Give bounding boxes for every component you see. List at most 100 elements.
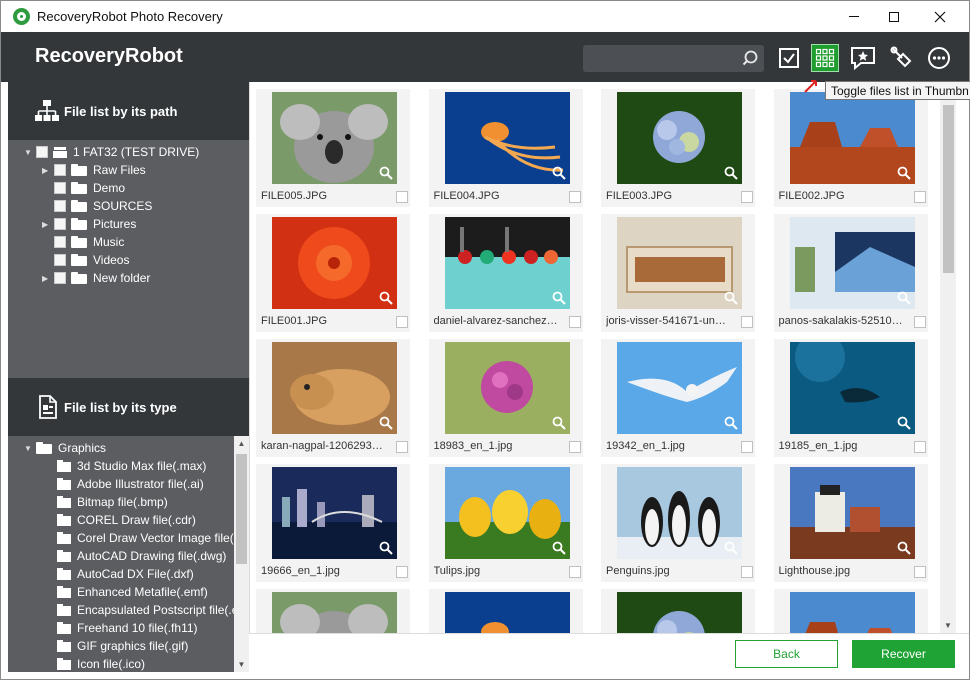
magnifier-icon[interactable] bbox=[897, 291, 911, 305]
expand-arrow-icon[interactable]: ▼ bbox=[24, 444, 32, 453]
thumbnail-image[interactable] bbox=[272, 342, 397, 434]
tree-node-pictures[interactable]: ▶ Pictures bbox=[42, 215, 136, 233]
tree-node-new-folder[interactable]: ▶ New folder bbox=[42, 269, 150, 287]
magnifier-icon[interactable] bbox=[724, 166, 738, 180]
file-thumbnail-card[interactable]: joris-visser-541671-unsp... bbox=[601, 214, 755, 332]
thumbnail-image[interactable] bbox=[272, 467, 397, 559]
expand-arrow-icon[interactable]: ▶ bbox=[42, 274, 50, 283]
file-type-item[interactable]: AutoCad DX File(.dxf) bbox=[57, 565, 194, 583]
file-checkbox[interactable] bbox=[741, 441, 753, 453]
file-checkbox[interactable] bbox=[913, 191, 926, 203]
tree-node-raw-files[interactable]: ▶ Raw Files bbox=[42, 161, 146, 179]
file-checkbox[interactable] bbox=[741, 566, 753, 578]
thumbnail-image[interactable] bbox=[444, 342, 570, 434]
thumbnail-image[interactable] bbox=[272, 92, 397, 184]
file-thumbnail-card[interactable]: FILE004.JPG bbox=[428, 89, 583, 207]
tree-checkbox[interactable] bbox=[54, 182, 66, 194]
recover-button[interactable]: Recover bbox=[852, 640, 955, 668]
file-type-item[interactable]: Encapsulated Postscript file(.e bbox=[57, 601, 238, 619]
select-all-button[interactable] bbox=[775, 44, 803, 72]
file-checkbox[interactable] bbox=[396, 316, 408, 328]
file-thumbnail-card[interactable]: Tulips.jpg bbox=[428, 464, 583, 582]
file-type-item[interactable]: Adobe Illustrator file(.ai) bbox=[57, 475, 204, 493]
tree-node-demo[interactable]: Demo bbox=[42, 179, 125, 197]
scrollbar-thumb[interactable] bbox=[943, 105, 954, 273]
magnifier-icon[interactable] bbox=[552, 416, 566, 430]
thumbnail-image[interactable] bbox=[617, 92, 742, 184]
file-type-item[interactable]: AutoCAD Drawing file(.dwg) bbox=[57, 547, 226, 565]
file-checkbox[interactable] bbox=[741, 316, 753, 328]
tools-button[interactable] bbox=[887, 44, 915, 72]
type-tree-scrollbar[interactable]: ▲ ▼ bbox=[234, 436, 249, 672]
magnifier-icon[interactable] bbox=[552, 541, 566, 555]
thumbnail-image[interactable] bbox=[272, 217, 397, 309]
tree-node-sources[interactable]: SOURCES bbox=[42, 197, 152, 215]
expand-arrow-icon[interactable]: ▶ bbox=[42, 166, 50, 175]
magnifier-icon[interactable] bbox=[379, 166, 393, 180]
file-type-item[interactable]: GIF graphics file(.gif) bbox=[57, 637, 188, 655]
file-type-item[interactable]: 3d Studio Max file(.max) bbox=[57, 457, 206, 475]
file-thumbnail-card[interactable]: 19666_en_1.jpg bbox=[256, 464, 410, 582]
scroll-down-arrow-icon[interactable]: ▼ bbox=[940, 618, 956, 634]
file-thumbnail-card[interactable]: daniel-alvarez-sanchez-d... bbox=[428, 214, 583, 332]
file-checkbox[interactable] bbox=[568, 316, 581, 328]
scroll-down-arrow-icon[interactable]: ▼ bbox=[234, 657, 249, 672]
file-thumbnail-card[interactable]: FILE002.JPG bbox=[773, 89, 928, 207]
file-checkbox[interactable] bbox=[568, 441, 581, 453]
file-thumbnail-card[interactable]: 18983_en_1.jpg bbox=[428, 339, 583, 457]
search-icon[interactable] bbox=[742, 50, 758, 66]
tree-checkbox[interactable] bbox=[54, 272, 66, 284]
magnifier-icon[interactable] bbox=[379, 291, 393, 305]
file-type-item[interactable]: Icon file(.ico) bbox=[57, 655, 145, 673]
tree-node-graphics[interactable]: ▼ Graphics bbox=[24, 439, 106, 457]
file-thumbnail-card[interactable]: FILE001.JPG bbox=[256, 214, 410, 332]
file-thumbnail-card[interactable] bbox=[601, 589, 755, 634]
thumbnail-image[interactable] bbox=[444, 92, 570, 184]
expand-arrow-icon[interactable]: ▶ bbox=[42, 220, 50, 229]
close-button[interactable] bbox=[917, 1, 963, 32]
file-checkbox[interactable] bbox=[396, 441, 408, 453]
tree-node-videos[interactable]: Videos bbox=[42, 251, 129, 269]
magnifier-icon[interactable] bbox=[379, 541, 393, 555]
tree-node-music[interactable]: Music bbox=[42, 233, 124, 251]
file-thumbnail-card[interactable]: 19342_en_1.jpg bbox=[601, 339, 755, 457]
tree-checkbox[interactable] bbox=[54, 218, 66, 230]
file-checkbox[interactable] bbox=[568, 566, 581, 578]
tree-checkbox[interactable] bbox=[36, 146, 48, 158]
tree-checkbox[interactable] bbox=[54, 254, 66, 266]
file-type-item[interactable]: Bitmap file(.bmp) bbox=[57, 493, 168, 511]
thumbnail-image[interactable] bbox=[444, 217, 570, 309]
file-type-item[interactable]: Freehand 10 file(.fh11) bbox=[57, 619, 198, 637]
file-thumbnail-card[interactable]: 19185_en_1.jpg bbox=[773, 339, 928, 457]
magnifier-icon[interactable] bbox=[724, 416, 738, 430]
thumbnail-image[interactable] bbox=[444, 467, 570, 559]
thumbnail-image[interactable] bbox=[789, 217, 915, 309]
file-checkbox[interactable] bbox=[913, 316, 926, 328]
magnifier-icon[interactable] bbox=[897, 166, 911, 180]
file-thumbnail-card[interactable] bbox=[428, 589, 583, 634]
thumbnail-image[interactable] bbox=[789, 592, 915, 634]
maximize-button[interactable] bbox=[871, 1, 917, 32]
magnifier-icon[interactable] bbox=[724, 291, 738, 305]
file-type-item[interactable]: Enhanced Metafile(.emf) bbox=[57, 583, 208, 601]
thumbnail-image[interactable] bbox=[617, 217, 742, 309]
tree-checkbox[interactable] bbox=[54, 200, 66, 212]
file-type-item[interactable]: Corel Draw Vector Image file( bbox=[57, 529, 234, 547]
thumbnail-image[interactable] bbox=[617, 342, 742, 434]
magnifier-icon[interactable] bbox=[897, 541, 911, 555]
file-thumbnail-card[interactable]: panos-sakalakis-525108-... bbox=[773, 214, 928, 332]
scrollbar-thumb[interactable] bbox=[236, 454, 247, 564]
magnifier-icon[interactable] bbox=[552, 166, 566, 180]
file-type-item[interactable]: COREL Draw file(.cdr) bbox=[57, 511, 196, 529]
expand-arrow-icon[interactable]: ▼ bbox=[24, 148, 32, 157]
file-thumbnail-card[interactable]: FILE003.JPG bbox=[601, 89, 755, 207]
file-checkbox[interactable] bbox=[741, 191, 753, 203]
thumbnail-image[interactable] bbox=[789, 467, 915, 559]
file-thumbnail-card[interactable]: Penguins.jpg bbox=[601, 464, 755, 582]
magnifier-icon[interactable] bbox=[552, 291, 566, 305]
tree-node-drive[interactable]: ▼ 1 FAT32 (TEST DRIVE) bbox=[24, 143, 199, 161]
scroll-up-arrow-icon[interactable]: ▲ bbox=[234, 436, 249, 451]
thumbnail-image[interactable] bbox=[444, 592, 570, 634]
path-section-header[interactable]: File list by its path bbox=[8, 82, 249, 140]
file-checkbox[interactable] bbox=[396, 191, 408, 203]
